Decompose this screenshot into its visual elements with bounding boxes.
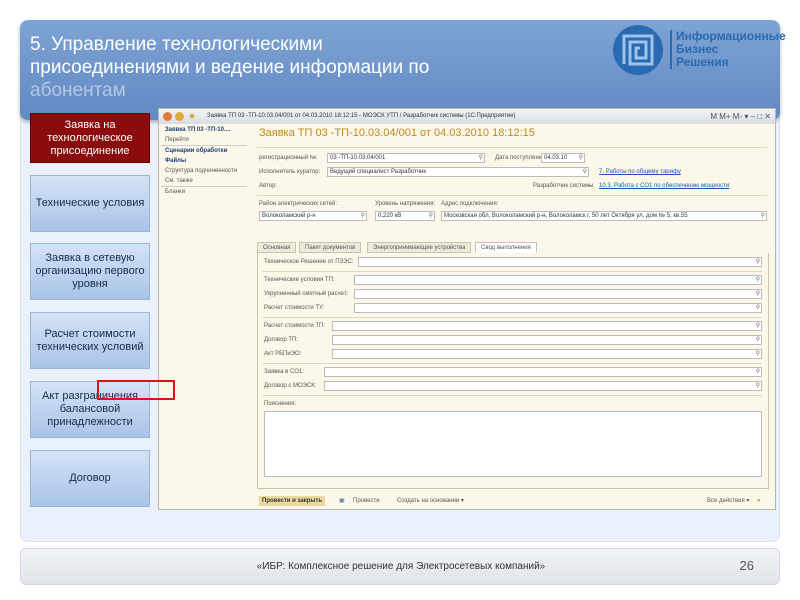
form-nav-panel: Заявка ТП 03 -ТП-10.... Перейти Сценарии… [161,125,247,509]
post-button[interactable]: Провести [353,493,380,509]
form-title: Заявка ТП 03 -ТП-10.03.04/001 от 04.03.2… [259,127,535,139]
nav-files[interactable]: Файлы [161,156,247,166]
process-link[interactable]: 10.3. Работа с СО1 по обеспечению мощнос… [599,183,729,189]
highlight-frame [97,380,175,400]
search-icon[interactable]: ⚲ [579,154,583,163]
voltage-input[interactable]: 0,220 кВ ⚲ [375,211,435,221]
reg-number-input[interactable]: 03 -ТП-10.03.04/001 ⚲ [327,153,485,163]
voltage-label: Уровень напряжения: [375,201,436,207]
tab-summary[interactable]: Свод выполнения [475,242,537,253]
nav-doc-link[interactable]: Заявка ТП 03 -ТП-10.... [161,125,247,135]
nav-cost-calc[interactable]: Расчет стоимости технических условий [30,312,150,369]
nav-network-request[interactable]: Заявка в сетевую организацию первого уро… [30,243,150,300]
field-label: Договор ТП: [264,337,298,343]
tab-main[interactable]: Основная [257,242,297,253]
notes-label: Пояснения: [264,401,297,407]
search-icon[interactable]: ⚲ [479,154,483,163]
date-label: Дата поступления: [495,155,548,161]
search-icon[interactable]: ⚲ [756,336,760,345]
moesk-contract-input[interactable]: ⚲ [324,381,762,391]
all-actions-button[interactable]: Все действия ▾ [707,493,749,509]
nav-structure[interactable]: Структура подчиненности [161,166,247,176]
tech-conditions-input[interactable]: ⚲ [354,275,762,285]
search-icon[interactable]: ⚲ [756,322,760,331]
field-label: Заявка в СО1: [264,369,304,375]
footer-text: «ИБР: Комплексное решение для Электросет… [256,561,546,572]
app-window: ★ Заявка ТП 03 -ТП-10.03.04/001 от 04.03… [158,108,776,510]
field-label: Расчет стоимости ТП: [264,323,325,329]
nav-forms[interactable]: Бланки [161,187,247,197]
field-label: Расчет стоимости ТУ: [264,305,325,311]
nav-goto-heading: Перейти [161,135,247,146]
back-icon[interactable] [163,112,172,121]
notes-textarea[interactable] [264,411,762,477]
help-icon[interactable]: ● [757,493,761,509]
estimate-input[interactable]: ⚲ [354,289,762,299]
search-icon[interactable]: ⚲ [756,382,760,391]
address-input[interactable]: Московская обл, Волоколамский р-н, Волок… [441,211,767,221]
search-icon[interactable]: ⚲ [761,212,765,221]
date-input[interactable]: 04.03.10 ⚲ [541,153,585,163]
slide-title: 5. Управление технологическими присоедин… [30,33,500,102]
create-based-button[interactable]: Создать на основании ▾ [397,493,464,509]
executor-input[interactable]: Ведущий специалист Разработчик ⚲ [327,167,589,177]
star-icon[interactable]: ★ [188,109,196,124]
search-icon[interactable]: ⚲ [429,212,433,221]
slide-footer: «ИБР: Комплексное решение для Электросет… [20,548,780,585]
nav-scenarios[interactable]: Сценарии обработки [161,146,247,156]
exec-label: Исполнитель куратор: [259,169,321,175]
district-input[interactable]: Волоколамский р-н ⚲ [259,211,367,221]
field-label: Акт РБПиЭО: [264,351,302,357]
tab-content: Техническое Решение от ПЗЭС: ⚲ Техническ… [257,253,769,489]
forward-icon[interactable] [175,112,184,121]
title-line: присоединениями и ведение информации по [30,57,430,78]
search-icon[interactable]: ⚲ [361,212,365,221]
search-icon[interactable]: ⚲ [756,304,760,313]
search-icon[interactable]: ⚲ [756,290,760,299]
search-icon[interactable]: ⚲ [756,350,760,359]
field-label: Техническое Решение от ПЗЭС: [264,259,354,265]
save-icon[interactable]: ▣ [339,493,345,509]
tariff-link[interactable]: 7. Работы по общему тарифу [599,169,681,175]
nav-contract[interactable]: Договор [30,450,150,507]
window-controls[interactable]: M M+ M- ▾ – □ ✕ [710,109,771,124]
document-form: Заявка ТП 03 -ТП-10.03.04/001 от 04.03.2… [251,125,773,493]
search-icon[interactable]: ⚲ [756,258,760,267]
nav-tech-conditions[interactable]: Технические условия [30,175,150,232]
form-toolbar: Провести и закрыть ▣ Провести Создать на… [251,493,773,509]
tab-devices[interactable]: Энергопринимающие устройства [367,242,472,253]
tech-solution-input[interactable]: ⚲ [358,257,762,267]
search-icon[interactable]: ⚲ [756,276,760,285]
dev-label: Разработчик системы [533,183,594,189]
nav-see-also-heading: См. также [161,176,247,187]
tu-cost-input[interactable]: ⚲ [354,303,762,313]
tab-documents[interactable]: Пакет документов [299,242,362,253]
company-logo: Информационные Бизнес Решения [612,24,786,78]
title-line: 5. Управление технологическими [30,34,323,55]
page-number: 26 [739,558,754,573]
search-icon[interactable]: ⚲ [756,368,760,377]
field-label: Укрупненный сметный расчет: [264,291,349,297]
district-label: Район электрических сетей: [259,201,337,207]
nav-tp-request[interactable]: Заявка на технологическое присоединение [30,113,150,163]
act-input[interactable]: ⚲ [332,349,762,359]
field-label: Технические условия ТП: [264,277,335,283]
logo-text: Решения [676,55,729,69]
title-line: абонентам [30,80,126,101]
tp-cost-input[interactable]: ⚲ [332,321,762,331]
post-and-close-button[interactable]: Провести и закрыть [259,496,326,506]
reg-label: регистрационный №: [259,155,318,161]
window-titlebar: ★ Заявка ТП 03 -ТП-10.03.04/001 от 04.03… [159,109,775,124]
address-label: Адрес подключения: [441,201,499,207]
logo-spiral-icon [613,25,663,75]
window-title: Заявка ТП 03 -ТП-10.03.04/001 от 04.03.2… [207,113,516,119]
tp-contract-input[interactable]: ⚲ [332,335,762,345]
field-label: Договор с МОЭСК: [264,383,317,389]
author-label: Автор: [259,183,278,189]
search-icon[interactable]: ⚲ [583,168,587,177]
so1-request-input[interactable]: ⚲ [324,367,762,377]
